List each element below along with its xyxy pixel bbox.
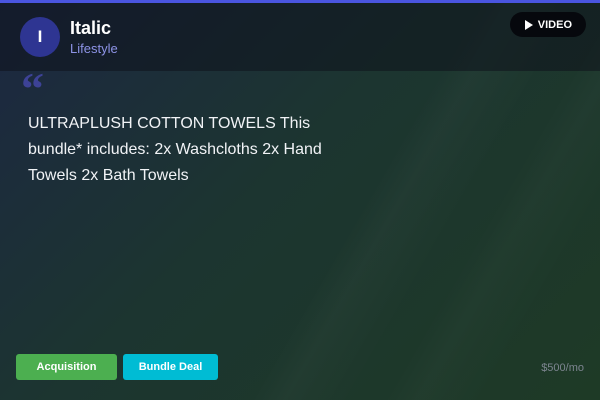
video-button-label: VIDEO <box>537 18 572 31</box>
brand-category: Lifestyle <box>70 41 118 56</box>
card-header: I Italic Lifestyle VIDEO <box>0 3 600 71</box>
tag-list: Acquisition Bundle Deal <box>16 354 218 380</box>
price-label: $500/mo <box>541 362 584 374</box>
brand-name: Italic <box>70 18 112 38</box>
video-button[interactable]: VIDEO <box>509 12 586 37</box>
play-icon <box>524 19 533 30</box>
tag-acquisition[interactable]: Acquisition <box>16 354 117 380</box>
ad-card: I Italic Lifestyle VIDEO “ ULTRAPLUSH CO… <box>0 0 600 400</box>
quote-mark-icon: “ <box>21 63 44 114</box>
tag-bundle-deal[interactable]: Bundle Deal <box>123 354 218 380</box>
brand-avatar: I <box>20 17 60 57</box>
quote-text: ULTRAPLUSH COTTON TOWELS This bundle* in… <box>28 115 322 184</box>
